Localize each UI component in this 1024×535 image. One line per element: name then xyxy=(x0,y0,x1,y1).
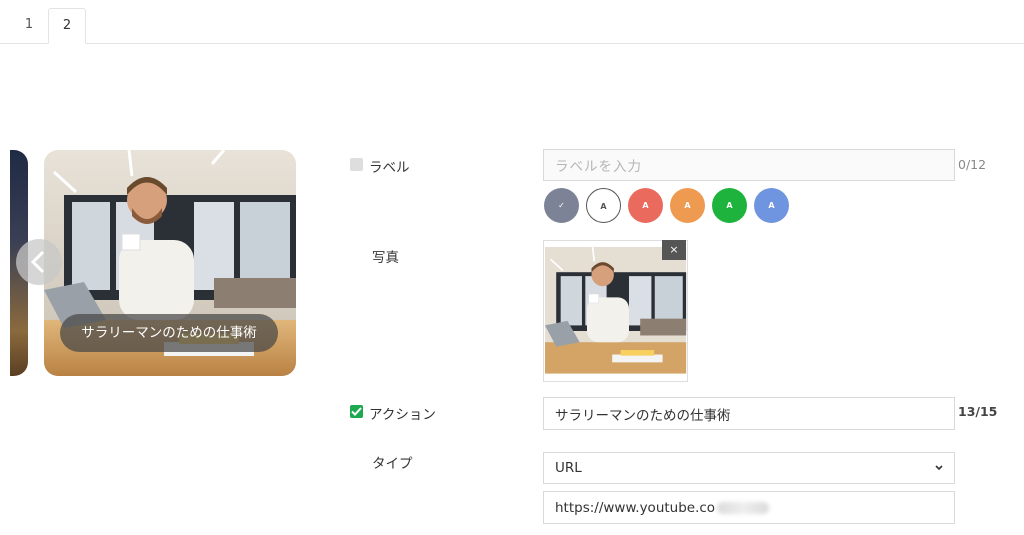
label-counter: 0/12 xyxy=(958,157,987,172)
card-label: サラリーマンのための仕事術 xyxy=(60,314,278,352)
type-title: タイプ xyxy=(372,456,413,472)
chevron-down-icon xyxy=(935,465,943,471)
url-input-value: https://www.youtube.co xyxy=(555,499,716,516)
card-preview: サラリーマンのための仕事術 xyxy=(44,150,296,376)
action-checkbox[interactable] xyxy=(350,405,363,418)
tab-2[interactable]: 2 xyxy=(48,8,86,44)
color-swatch-gray[interactable]: ✓ xyxy=(544,188,579,223)
photo-title: 写真 xyxy=(372,250,399,266)
type-select-value: URL xyxy=(555,460,582,476)
label-title: ラベル xyxy=(369,160,410,176)
color-swatch-blue[interactable]: A xyxy=(754,188,789,223)
chevron-left-icon xyxy=(30,250,45,274)
label-input[interactable]: ラベルを入力 xyxy=(543,149,955,181)
photo-remove-button[interactable]: × xyxy=(662,240,686,260)
photo-thumbnail xyxy=(543,240,688,382)
label-checkbox[interactable] xyxy=(350,158,363,171)
color-swatch-red[interactable]: A xyxy=(628,188,663,223)
check-icon xyxy=(351,407,362,416)
tab-bar: 1 2 xyxy=(0,0,1024,44)
tab-1[interactable]: 1 xyxy=(10,8,48,42)
url-input[interactable]: https://www.youtube.co xyxy=(543,491,955,524)
action-input[interactable]: サラリーマンのための仕事術 xyxy=(543,397,955,430)
close-icon: × xyxy=(669,243,679,256)
color-swatch-white[interactable]: A xyxy=(586,188,621,223)
color-swatch-green[interactable]: A xyxy=(712,188,747,223)
color-swatch-orange[interactable]: A xyxy=(670,188,705,223)
action-title: アクション xyxy=(369,407,436,423)
photo-image xyxy=(544,241,687,381)
type-select[interactable]: URL xyxy=(543,452,955,484)
action-counter: 13/15 xyxy=(958,404,998,419)
carousel-prev-button[interactable] xyxy=(16,239,62,285)
redacted-text xyxy=(717,501,770,514)
